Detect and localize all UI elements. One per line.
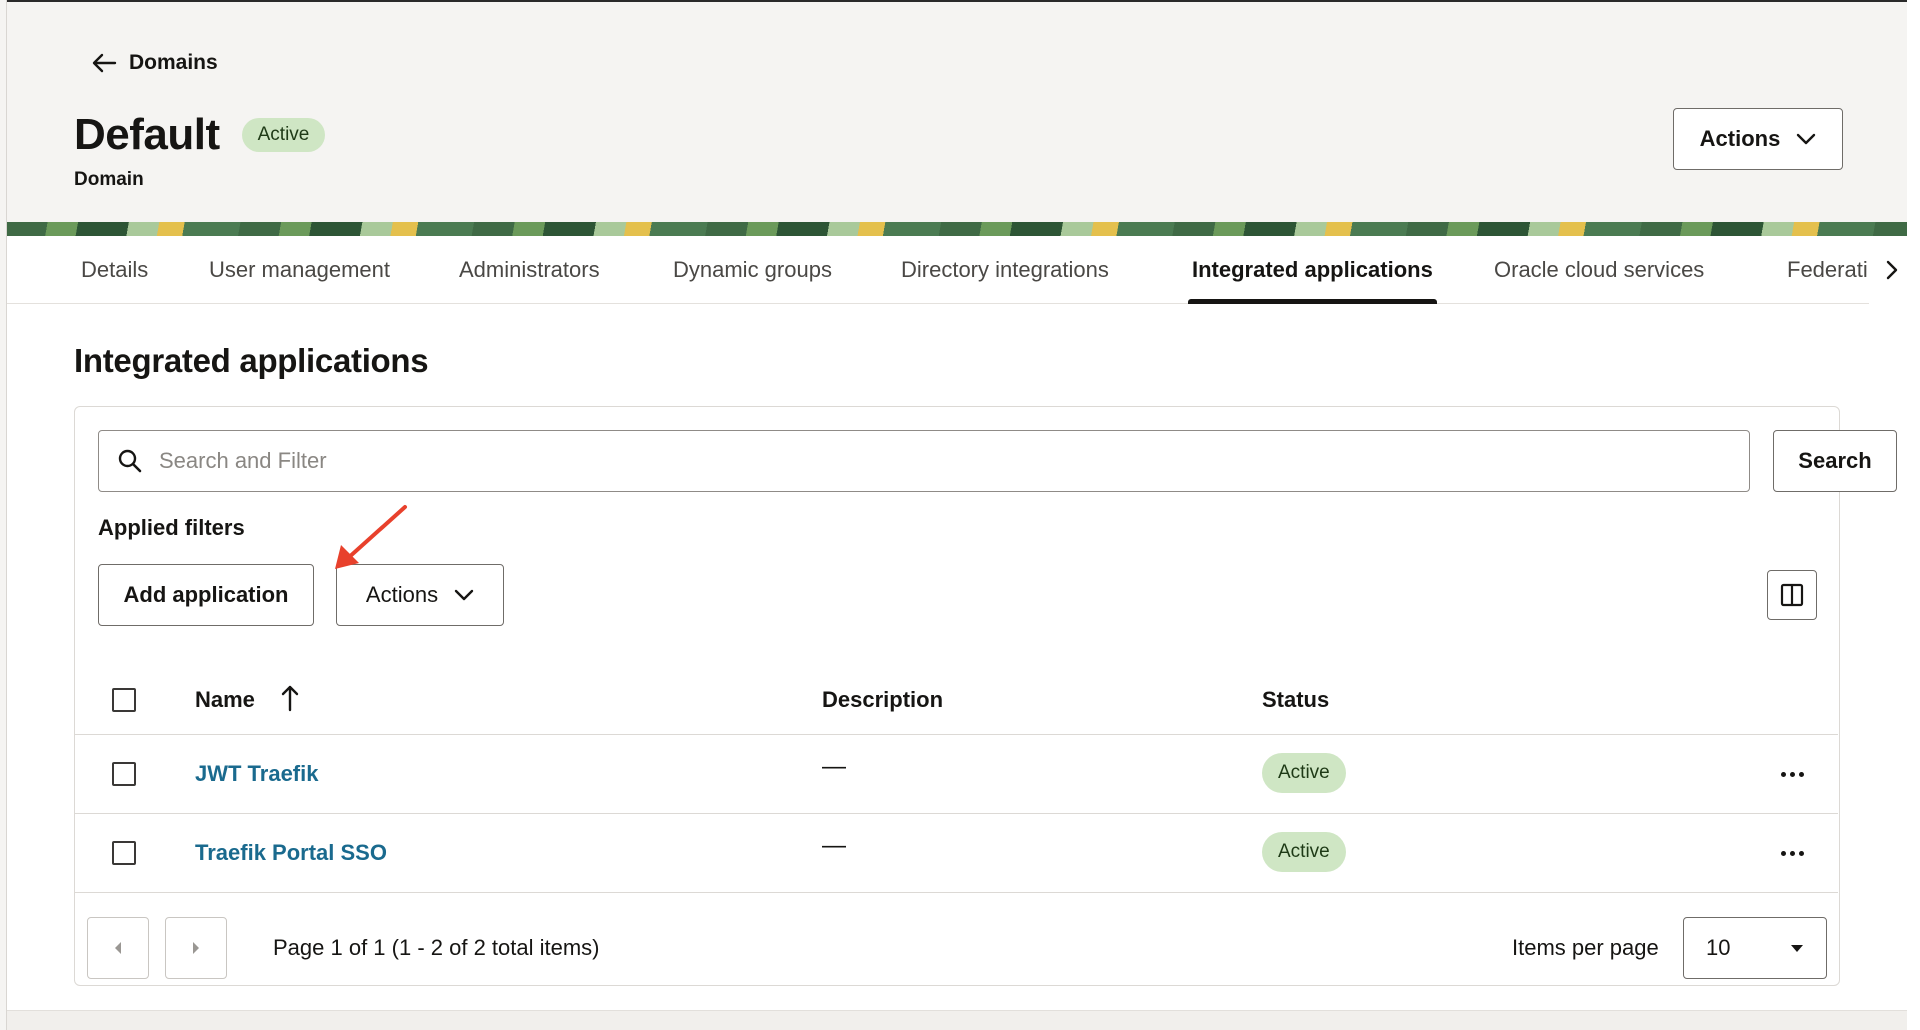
tab-overflow-clip: Federation [1787, 236, 1867, 304]
title-row: Default Active [74, 110, 326, 160]
search-input[interactable] [159, 441, 1719, 481]
add-application-button[interactable]: Add application [98, 564, 314, 626]
window: Domains Default Active Domain Actions De… [0, 0, 1920, 1030]
annotation-arrow [335, 505, 407, 569]
more-icon[interactable] [1775, 759, 1809, 789]
tab-integrated-applications[interactable]: Integrated applications [1188, 236, 1437, 304]
status-badge: Active [1262, 832, 1346, 872]
tab-administrators[interactable]: Administrators [459, 236, 600, 304]
section-title: Integrated applications [74, 342, 429, 379]
caret-left-icon [115, 942, 121, 954]
window-left-edge [0, 0, 7, 1030]
chevron-right-icon [1886, 260, 1897, 280]
search-icon [118, 449, 142, 473]
chevron-down-icon [454, 589, 474, 601]
arrow-left-icon [92, 53, 117, 73]
table-actions-label: Actions [365, 582, 439, 607]
previous-page-button[interactable] [87, 917, 149, 979]
window-right-edge [1907, 0, 1920, 1030]
bottom-strip [7, 1010, 1907, 1030]
status-badge: Active [1262, 753, 1346, 793]
select-all-checkbox[interactable] [112, 688, 136, 712]
table-row: JWT Traefik — Active [75, 735, 1838, 814]
column-header-name[interactable]: Name [195, 687, 255, 713]
back-to-domains-link[interactable]: Domains [91, 48, 218, 78]
application-description: — [822, 753, 846, 780]
page-subtitle: Domain [74, 169, 144, 190]
tab-dynamic-groups[interactable]: Dynamic groups [673, 236, 832, 304]
application-description: — [822, 832, 846, 859]
back-link-label: Domains [129, 51, 218, 74]
next-page-button[interactable] [165, 917, 227, 979]
sort-ascending-icon[interactable] [279, 683, 301, 713]
tab-directory-integrations[interactable]: Directory integrations [901, 236, 1109, 304]
applied-filters-label: Applied filters [98, 515, 245, 540]
tab-federation[interactable]: Federation [1787, 236, 1867, 304]
domain-status-badge: Active [241, 118, 326, 152]
applications-table: Name Description Status JWT Traefik — Ac… [75, 665, 1838, 893]
decorative-banner [7, 222, 1907, 236]
items-per-page-label: Items per page [1512, 935, 1659, 960]
header-actions-button[interactable]: Actions [1673, 108, 1843, 170]
table-header-row: Name Description Status [75, 665, 1838, 735]
tab-oracle-cloud-services[interactable]: Oracle cloud services [1494, 236, 1704, 304]
column-header-status: Status [1262, 687, 1330, 712]
items-per-page-select[interactable]: 10 [1683, 917, 1827, 979]
tab-bar: Details User management Administrators D… [7, 236, 1914, 304]
column-header-description: Description [822, 687, 944, 712]
search-button[interactable]: Search [1773, 430, 1897, 492]
chevron-down-icon [1797, 133, 1816, 145]
manage-columns-button[interactable] [1767, 570, 1817, 620]
table-row: Traefik Portal SSO — Active [75, 814, 1838, 893]
row-checkbox[interactable] [112, 762, 136, 786]
row-checkbox[interactable] [112, 841, 136, 865]
header-actions-label: Actions [1699, 126, 1781, 151]
tab-user-management[interactable]: User management [209, 236, 390, 304]
page-title: Default [74, 110, 220, 159]
application-name-link[interactable]: Traefik Portal SSO [195, 840, 387, 866]
applications-panel: Search Applied filters Add application A… [74, 406, 1897, 987]
columns-icon [1780, 583, 1804, 607]
items-per-page-value: 10 [1706, 935, 1731, 960]
caret-down-icon [1791, 945, 1803, 952]
tab-details[interactable]: Details [81, 236, 148, 304]
pagination-bar: Page 1 of 1 (1 - 2 of 2 total items) Ite… [75, 897, 1838, 987]
search-field[interactable] [98, 430, 1750, 492]
caret-right-icon [193, 942, 199, 954]
page-header: Domains Default Active Domain Actions [7, 2, 1907, 224]
pagination-summary: Page 1 of 1 (1 - 2 of 2 total items) [273, 935, 600, 960]
more-icon[interactable] [1775, 838, 1809, 868]
application-name-link[interactable]: JWT Traefik [195, 761, 318, 787]
